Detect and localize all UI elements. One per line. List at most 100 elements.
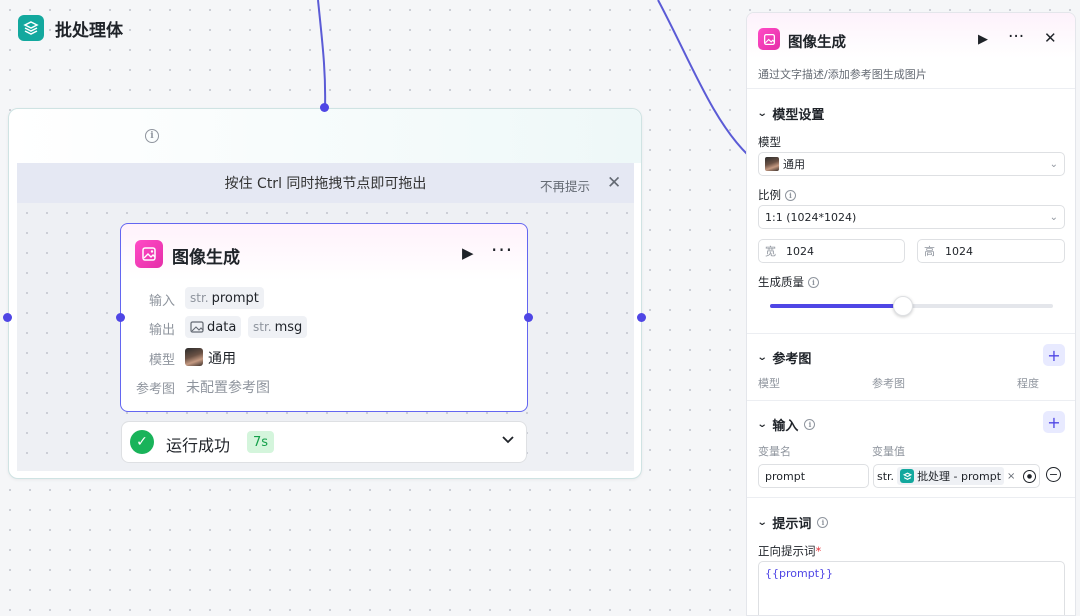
- ref-label: 参考图: [136, 382, 176, 397]
- collapse-caret-icon: ⌄: [756, 108, 768, 119]
- model-value: 通用: [208, 351, 236, 367]
- model-select[interactable]: 通用 ⌄: [758, 152, 1065, 176]
- add-input-button[interactable]: +: [1043, 411, 1065, 433]
- var-type: str.: [877, 469, 895, 483]
- input-type: str.: [190, 291, 209, 305]
- drag-hint-text: 按住 Ctrl 同时拖拽节点即可拖出: [224, 176, 427, 192]
- width-label: 宽: [765, 245, 776, 258]
- left-port[interactable]: [3, 313, 12, 322]
- quality-slider-thumb[interactable]: [893, 296, 913, 316]
- info-icon[interactable]: i: [785, 189, 796, 201]
- select-arrow-icon: ⌄: [1049, 211, 1058, 223]
- properties-panel: 图像生成 ▶ ··· ✕ 通过文字描述/添加参考图生成图片 ⌄ 模型设置 模型 …: [746, 12, 1076, 616]
- positive-prompt-label-row: 正向提示词*: [758, 543, 821, 559]
- width-input[interactable]: 宽 1024: [758, 239, 905, 263]
- input-value: prompt: [211, 290, 259, 306]
- info-icon[interactable]: i: [804, 419, 816, 430]
- positive-prompt-label: 正向提示词: [758, 544, 816, 558]
- layers-icon: [18, 15, 44, 41]
- chevron-down-icon[interactable]: [501, 432, 515, 450]
- target-icon[interactable]: ●: [1023, 469, 1036, 483]
- batch-input-port[interactable]: [320, 103, 329, 112]
- model-settings-title: 模型设置: [772, 108, 825, 123]
- reference-header[interactable]: ⌄ 参考图: [756, 348, 812, 367]
- var-name-value: prompt: [765, 469, 806, 483]
- ratio-label: 比例: [758, 188, 781, 202]
- right-port[interactable]: [637, 313, 646, 322]
- info-icon[interactable]: i: [817, 517, 829, 528]
- input-title: 输入: [772, 419, 799, 434]
- collapse-caret-icon: ⌄: [756, 352, 768, 363]
- output-data: data: [207, 319, 237, 335]
- input-tag: str. prompt: [185, 287, 264, 309]
- width-value: 1024: [786, 244, 814, 258]
- add-reference-button[interactable]: +: [1043, 344, 1065, 366]
- close-icon[interactable]: ✕: [607, 173, 621, 193]
- panel-subtitle: 通过文字描述/添加参考图生成图片: [758, 68, 927, 81]
- ratio-value: 1:1 (1024*1024): [765, 210, 857, 224]
- check-icon: ✓: [130, 430, 154, 454]
- batch-header: [9, 109, 641, 163]
- batch-title: 批处理体: [55, 21, 123, 41]
- output-type: str.: [253, 320, 272, 334]
- clear-icon[interactable]: ×: [1007, 471, 1015, 482]
- prompt-header[interactable]: ⌄ 提示词 i: [757, 513, 829, 532]
- model-avatar-small: [765, 157, 779, 171]
- more-icon[interactable]: ···: [491, 238, 513, 262]
- image-icon: [190, 321, 204, 333]
- ref-col-strength: 程度: [1017, 377, 1039, 390]
- var-name-input[interactable]: prompt: [758, 464, 869, 488]
- node-input-port[interactable]: [116, 313, 125, 322]
- panel-play-icon[interactable]: ▶: [978, 32, 988, 47]
- model-avatar: [185, 348, 203, 366]
- divider: [747, 400, 1075, 401]
- output-msg-tag: str. msg: [248, 316, 308, 338]
- output-data-tag: data: [185, 316, 242, 338]
- select-arrow-icon: ⌄: [1049, 158, 1058, 170]
- model-settings-header[interactable]: ⌄ 模型设置: [756, 104, 825, 123]
- ref-col-model: 模型: [758, 377, 780, 390]
- output-msg: msg: [274, 319, 303, 335]
- prompt-title: 提示词: [772, 517, 812, 532]
- input-label: 输入: [149, 294, 176, 309]
- play-icon[interactable]: ▶: [462, 244, 474, 262]
- info-icon[interactable]: i: [145, 129, 159, 143]
- var-value-select[interactable]: str. 批处理 - prompt × ●: [873, 464, 1040, 488]
- panel-title: 图像生成: [788, 35, 846, 51]
- info-icon[interactable]: i: [808, 276, 819, 288]
- quality-label-row: 生成质量 i: [758, 274, 819, 290]
- required-mark: *: [815, 544, 822, 558]
- positive-prompt-textarea[interactable]: {{prompt}}: [758, 561, 1065, 615]
- quality-slider-fill: [770, 304, 903, 308]
- node-title: 图像生成: [172, 248, 240, 268]
- model-select-value: 通用: [783, 158, 805, 171]
- height-label: 高: [924, 245, 935, 258]
- ratio-select[interactable]: 1:1 (1024*1024) ⌄: [758, 205, 1065, 229]
- ref-col-image: 参考图: [872, 377, 905, 390]
- hint-dismiss-link[interactable]: 不再提示: [540, 176, 590, 195]
- divider: [747, 497, 1075, 498]
- duration-badge: 7s: [247, 431, 275, 453]
- layers-icon: [900, 469, 915, 483]
- height-value: 1024: [945, 244, 973, 258]
- panel-more-icon[interactable]: ···: [1008, 27, 1024, 47]
- node-output-port[interactable]: [524, 313, 533, 322]
- input-header[interactable]: ⌄ 输入 i: [756, 415, 816, 434]
- ref-value: 未配置参考图: [186, 380, 270, 396]
- quality-label: 生成质量: [758, 275, 804, 289]
- reference-title: 参考图: [772, 352, 812, 367]
- remove-input-icon[interactable]: −: [1046, 467, 1061, 482]
- var-ref-value: 批处理 - prompt: [917, 470, 1002, 483]
- image-gen-icon: [135, 240, 163, 268]
- var-ref-tag: 批处理 - prompt: [897, 467, 1005, 485]
- height-input[interactable]: 高 1024: [917, 239, 1065, 263]
- model-field-label: 模型: [758, 135, 781, 149]
- var-name-col: 变量名: [758, 445, 791, 458]
- panel-image-gen-icon: [758, 28, 780, 50]
- ratio-label-row: 比例 i: [758, 187, 796, 203]
- model-label: 模型: [149, 353, 176, 368]
- output-label: 输出: [149, 323, 176, 338]
- panel-close-icon[interactable]: ✕: [1044, 29, 1057, 47]
- var-value-col: 变量值: [872, 445, 905, 458]
- collapse-caret-icon: ⌄: [756, 419, 768, 430]
